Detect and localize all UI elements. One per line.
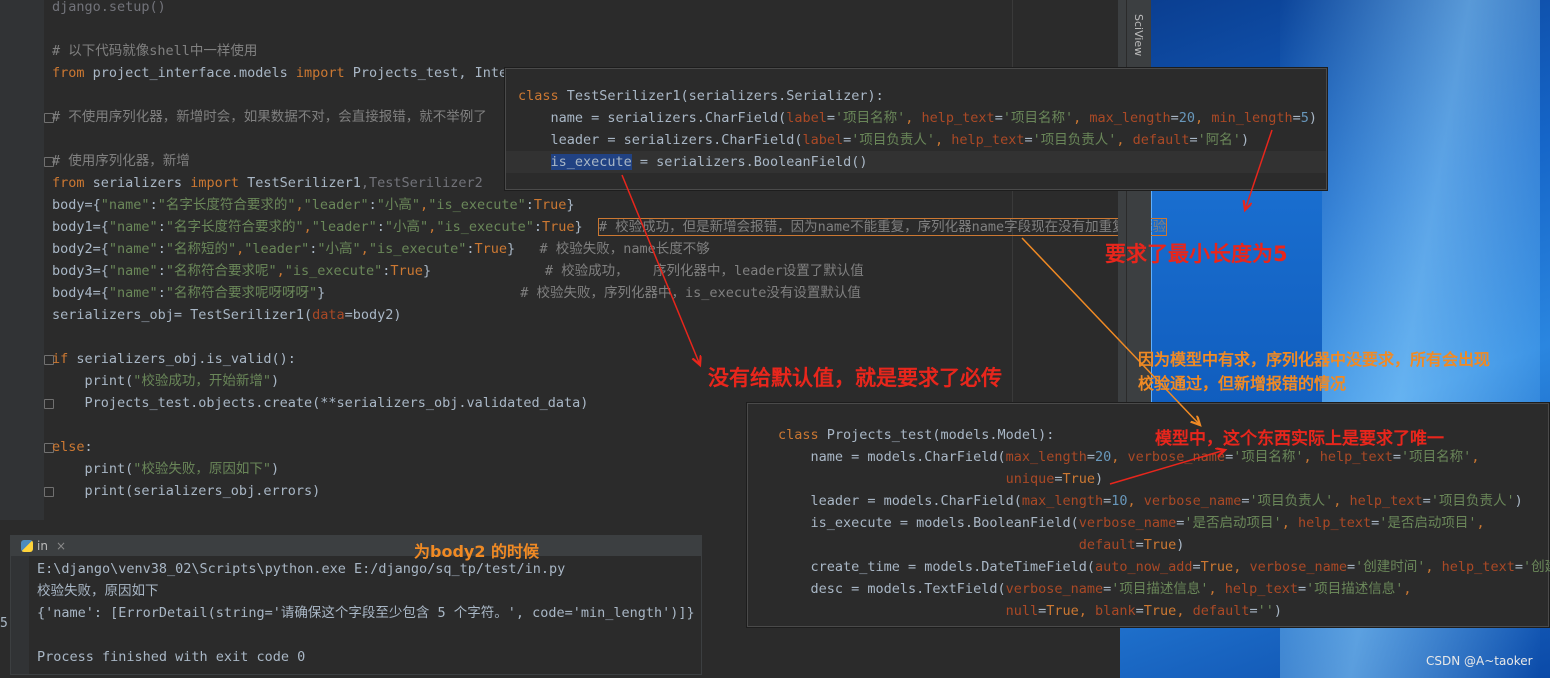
watermark: CSDN @A~taoker — [1426, 654, 1533, 668]
arrow-min-length — [1245, 129, 1273, 210]
annotation-body2: 为body2 的时候 — [414, 542, 540, 561]
annotation-min-length: 要求了最小长度为5 — [1105, 242, 1288, 266]
annotation-model-vs-serializer-1: 因为模型中有求，序列化器中没要求，所有会出现 — [1138, 350, 1491, 369]
arrow-no-default — [621, 174, 700, 365]
annotation-unique: 模型中，这个东西实际上是要求了唯一 — [1155, 429, 1444, 449]
annotation-model-vs-serializer-2: 校验通过，但新增报错的情况 — [1138, 374, 1347, 393]
annotation-no-default: 没有给默认值，就是要求了必传 — [708, 366, 1002, 390]
arrow-unique — [1109, 450, 1225, 485]
annotation-arrows — [621, 129, 1273, 485]
